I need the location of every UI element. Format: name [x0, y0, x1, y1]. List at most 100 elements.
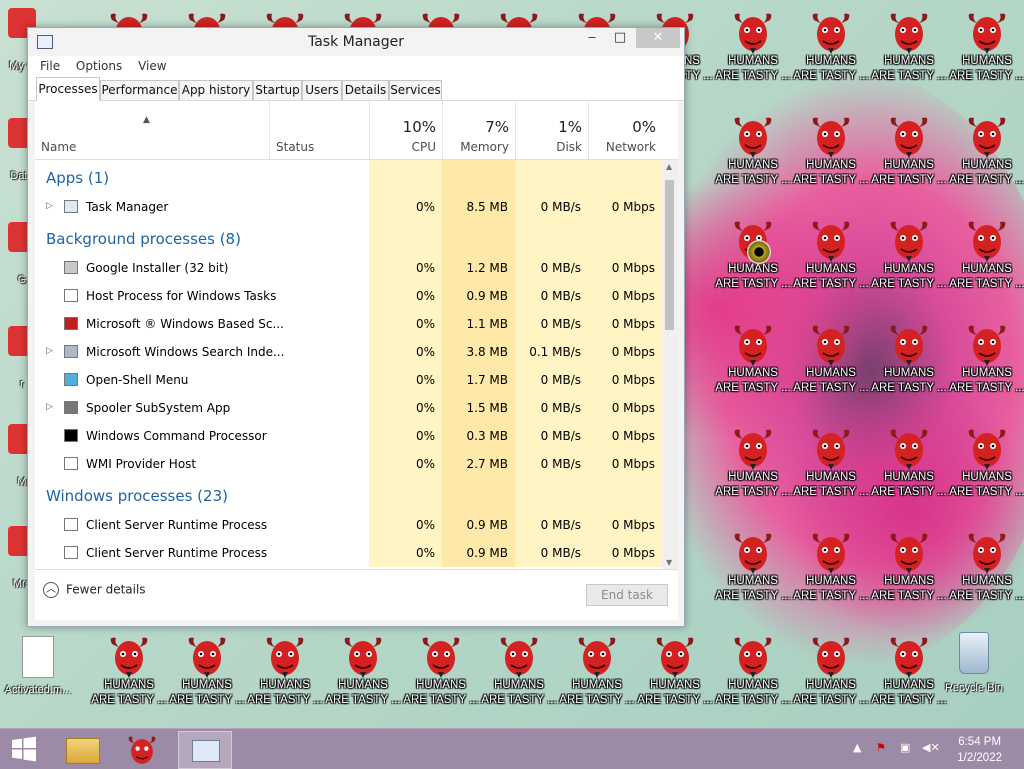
demon-label-line1: HUMANS: [806, 575, 856, 587]
menu-view[interactable]: View: [132, 56, 172, 73]
close-button[interactable]: ✕: [636, 28, 680, 48]
demon-desktop-icon[interactable]: HUMANS ARE TASTY ...: [948, 524, 1024, 620]
demon-icon: [730, 322, 776, 366]
process-row[interactable]: Open-Shell Menu 0% 1.7 MB 0 MB/s 0 Mbps: [35, 366, 662, 394]
demon-desktop-icon[interactable]: HUMANS ARE TASTY ...: [324, 628, 402, 724]
process-row[interactable]: Google Installer (32 bit) 0% 1.2 MB 0 MB/s 0…: [35, 254, 662, 282]
demon-desktop-icon[interactable]: HUMANS ARE TASTY ...: [792, 628, 870, 724]
demon-desktop-icon[interactable]: HUMANS ARE TASTY ...: [792, 4, 870, 100]
process-disk-value: 0 MB/s: [540, 200, 581, 214]
process-disk-value: 0 MB/s: [540, 546, 581, 560]
demon-desktop-icon[interactable]: HUMANS ARE TASTY ...: [714, 4, 792, 100]
demon-app-icon: [128, 736, 156, 764]
scroll-up-icon[interactable]: ▲: [666, 162, 672, 171]
recycle-bin[interactable]: Recycle Bin: [938, 632, 1010, 694]
volume-muted-icon[interactable]: ◀✕: [922, 741, 940, 754]
scrollbar-thumb[interactable]: [665, 180, 674, 330]
taskbar: ▲ ⚑ ▣ ◀✕ 6:54 PM 1/2/2022: [0, 728, 1024, 769]
demon-desktop-icon[interactable]: HUMANS ARE TASTY ...: [792, 108, 870, 204]
tab-app-history[interactable]: App history: [179, 80, 253, 100]
desktop-icon-document[interactable]: Activated.m...: [2, 636, 74, 696]
column-disk[interactable]: 1% Disk: [515, 101, 588, 159]
demon-desktop-icon[interactable]: HUMANS ARE TASTY ...: [870, 316, 948, 412]
process-mem-value: 1.1 MB: [466, 317, 508, 331]
system-clock[interactable]: 6:54 PM 1/2/2022: [957, 734, 1002, 766]
process-row[interactable]: Client Server Runtime Process 0% 0.9 MB 0 M…: [35, 511, 662, 539]
demon-desktop-icon[interactable]: HUMANS ARE TASTY ...: [870, 628, 948, 724]
process-disk-value: 0 MB/s: [540, 518, 581, 532]
demon-desktop-icon[interactable]: HUMANS ARE TASTY ...: [714, 108, 792, 204]
process-row[interactable]: ▷ Spooler SubSystem App 0% 1.5 MB 0 MB/s 0 Mb…: [35, 394, 662, 422]
demon-desktop-icon[interactable]: HUMANS ARE TASTY ...: [870, 4, 948, 100]
expand-chevron-icon[interactable]: ▷: [46, 346, 53, 356]
group-header[interactable]: Windows processes (23): [35, 478, 662, 511]
minimize-button[interactable]: ‒: [578, 28, 606, 48]
column-heat-cell: [515, 221, 588, 254]
process-row[interactable]: Windows Command Processor 0% 0.3 MB 0 MB/s 0…: [35, 422, 662, 450]
demon-desktop-icon[interactable]: HUMANS ARE TASTY ...: [870, 524, 948, 620]
demon-desktop-icon[interactable]: HUMANS ARE TASTY ...: [480, 628, 558, 724]
group-header[interactable]: Apps (1): [35, 160, 662, 193]
file-explorer-button[interactable]: [56, 731, 108, 767]
demon-desktop-icon[interactable]: HUMANS ARE TASTY ...: [870, 212, 948, 308]
menu-file[interactable]: File: [34, 56, 66, 73]
demon-desktop-icon[interactable]: HUMANS ARE TASTY ...: [714, 420, 792, 516]
demon-desktop-icon[interactable]: HUMANS ARE TASTY ...: [948, 4, 1024, 100]
demon-desktop-icon[interactable]: HUMANS ARE TASTY ...: [792, 524, 870, 620]
demon-desktop-icon[interactable]: HUMANS ARE TASTY ...: [948, 420, 1024, 516]
maximize-button[interactable]: □: [606, 28, 634, 48]
demon-desktop-icon[interactable]: HUMANS ARE TASTY ...: [714, 628, 792, 724]
demon-desktop-icon[interactable]: HUMANS ARE TASTY ...: [636, 628, 714, 724]
end-task-button[interactable]: End task: [586, 584, 668, 606]
demon-desktop-icon[interactable]: HUMANS ARE TASTY ...: [402, 628, 480, 724]
show-hidden-icons-icon[interactable]: ▲: [853, 741, 861, 754]
demon-desktop-icon[interactable]: HUMANS ARE TASTY ...: [558, 628, 636, 724]
expand-chevron-icon[interactable]: ▷: [46, 402, 53, 412]
demon-desktop-icon[interactable]: HUMANS ARE TASTY ...: [792, 212, 870, 308]
fewer-details-button[interactable]: ︿ Fewer details: [43, 582, 146, 598]
column-name[interactable]: ▲ Name: [35, 101, 269, 159]
demon-desktop-icon[interactable]: HUMANS ARE TASTY ...: [246, 628, 324, 724]
column-memory[interactable]: 7% Memory: [442, 101, 515, 159]
column-network[interactable]: 0% Network: [588, 101, 662, 159]
menu-options[interactable]: Options: [70, 56, 128, 73]
process-row[interactable]: ▷ Task Manager 0% 8.5 MB 0 MB/s 0 Mbps: [35, 193, 662, 221]
tab-performance[interactable]: Performance: [100, 80, 179, 100]
demon-desktop-icon[interactable]: HUMANS ARE TASTY ...: [168, 628, 246, 724]
expand-chevron-icon[interactable]: ▷: [46, 201, 53, 211]
column-cpu[interactable]: 10% CPU: [369, 101, 442, 159]
demon-desktop-icon[interactable]: HUMANS ARE TASTY ...: [792, 420, 870, 516]
demon-label-line1: HUMANS: [416, 679, 466, 691]
action-center-icon[interactable]: ⚑: [876, 741, 886, 754]
column-status[interactable]: Status: [269, 101, 369, 159]
demon-desktop-icon[interactable]: HUMANS ARE TASTY ...: [948, 316, 1024, 412]
process-row[interactable]: WMI Provider Host 0% 2.7 MB 0 MB/s 0 Mbps: [35, 450, 662, 478]
tab-details[interactable]: Details: [342, 80, 389, 100]
demon-desktop-icon[interactable]: HUMANS ARE TASTY ...: [90, 628, 168, 724]
task-manager-taskbar-button[interactable]: [178, 731, 232, 769]
demon-desktop-icon[interactable]: HUMANS ARE TASTY ...: [714, 316, 792, 412]
tab-processes[interactable]: Processes: [36, 77, 100, 101]
scroll-down-icon[interactable]: ▼: [666, 558, 672, 567]
tab-users[interactable]: Users: [302, 80, 342, 100]
demon-desktop-icon[interactable]: HUMANS ARE TASTY ...: [948, 108, 1024, 204]
process-row[interactable]: Microsoft ® Windows Based Sc... 0% 1.1 MB 0…: [35, 310, 662, 338]
tab-services[interactable]: Services: [389, 80, 442, 100]
title-bar[interactable]: Task Manager ‒ □ ✕: [28, 28, 684, 56]
task-manager-icon: [192, 740, 220, 762]
vertical-scrollbar[interactable]: ▲ ▼: [662, 160, 678, 569]
demon-app-button[interactable]: [116, 731, 168, 767]
process-row[interactable]: Host Process for Windows Tasks 0% 0.9 MB 0 …: [35, 282, 662, 310]
process-row[interactable]: ▷ Microsoft Windows Search Inde... 0% 3.8 M…: [35, 338, 662, 366]
demon-desktop-icon[interactable]: HUMANS ARE TASTY ...: [714, 524, 792, 620]
demon-desktop-icon[interactable]: HUMANS ARE TASTY ...: [870, 108, 948, 204]
tab-startup[interactable]: Startup: [253, 80, 302, 100]
process-net-value: 0 Mbps: [611, 429, 655, 443]
start-button[interactable]: [0, 731, 52, 767]
group-header[interactable]: Background processes (8): [35, 221, 662, 254]
demon-desktop-icon[interactable]: HUMANS ARE TASTY ...: [948, 212, 1024, 308]
demon-desktop-icon[interactable]: HUMANS ARE TASTY ...: [792, 316, 870, 412]
network-icon[interactable]: ▣: [900, 741, 910, 754]
process-row[interactable]: Client Server Runtime Process 0% 0.9 MB 0 M…: [35, 539, 662, 567]
demon-desktop-icon[interactable]: HUMANS ARE TASTY ...: [870, 420, 948, 516]
